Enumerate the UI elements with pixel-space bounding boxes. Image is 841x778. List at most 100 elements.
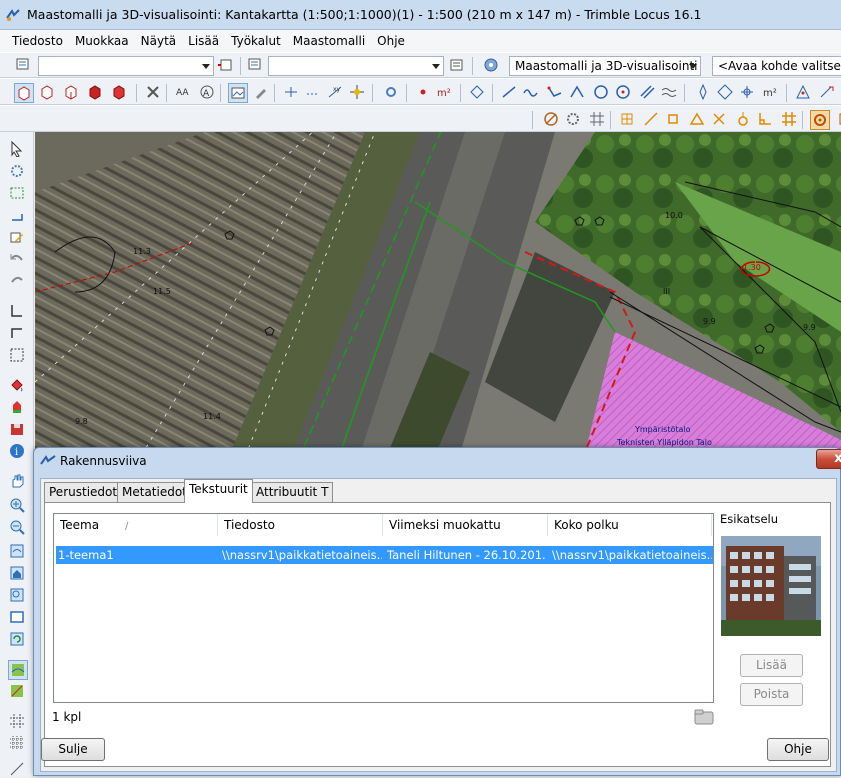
theme-selector-icon[interactable] bbox=[246, 56, 264, 74]
line-dashed-icon[interactable] bbox=[304, 83, 322, 101]
circle-point-icon[interactable] bbox=[614, 83, 632, 101]
refresh-view-icon[interactable] bbox=[8, 630, 26, 648]
home-view-icon[interactable] bbox=[8, 564, 26, 582]
menu-lisaa[interactable]: Lisää bbox=[182, 34, 225, 48]
corner-tool-icon[interactable] bbox=[8, 324, 26, 342]
menu-muokkaa[interactable]: Muokkaa bbox=[69, 34, 135, 48]
line-measure-icon[interactable]: xy bbox=[326, 83, 344, 101]
zoom-in-icon[interactable] bbox=[8, 496, 26, 514]
full-extent-icon[interactable] bbox=[8, 608, 26, 626]
close-dialog-button[interactable]: Sulje bbox=[41, 738, 105, 761]
line-perpendicular-icon[interactable] bbox=[282, 83, 300, 101]
column-header-tiedosto[interactable]: Tiedosto bbox=[218, 514, 383, 536]
measure-icon[interactable] bbox=[8, 760, 26, 778]
select-rectangle-icon[interactable] bbox=[8, 184, 26, 202]
column-header-koko-polku[interactable]: Koko polku bbox=[548, 514, 712, 536]
tab-attribuutit[interactable]: Attribuutit T bbox=[251, 482, 334, 502]
snap-perpendicular-icon[interactable] bbox=[756, 110, 774, 128]
zoom-window-icon[interactable] bbox=[8, 586, 26, 604]
menu-nayta[interactable]: Näytä bbox=[135, 34, 183, 48]
table-row[interactable]: 1-teema1 \\nassrv1\paikkatietoaineis... … bbox=[56, 546, 713, 564]
snap-point-icon[interactable] bbox=[348, 83, 366, 101]
line-icon[interactable] bbox=[500, 83, 518, 101]
pan-hand-icon[interactable] bbox=[8, 472, 26, 490]
settings-icon[interactable] bbox=[382, 83, 400, 101]
polyline-icon[interactable] bbox=[546, 83, 564, 101]
previous-view-icon[interactable] bbox=[8, 542, 26, 560]
3d-box-outline-icon[interactable] bbox=[38, 83, 56, 101]
layer-combo[interactable] bbox=[38, 56, 214, 76]
menu-maastomalli[interactable]: Maastomalli bbox=[287, 34, 371, 48]
texture-list[interactable]: Teema / Tiedosto Viimeksi muokattu Koko … bbox=[53, 513, 714, 703]
undo-icon[interactable] bbox=[8, 250, 26, 268]
folder-icon[interactable] bbox=[694, 709, 714, 725]
map-layer-edit-icon[interactable] bbox=[8, 682, 26, 700]
select-settings-icon[interactable] bbox=[8, 162, 26, 180]
snap-vertex-icon[interactable] bbox=[664, 110, 682, 128]
tab-metatiedot[interactable]: Metatiedot bbox=[117, 482, 192, 502]
text-rotate-icon[interactable]: A bbox=[198, 83, 216, 101]
area-measure-icon[interactable]: m² bbox=[762, 83, 780, 101]
workspace-combo[interactable]: Maastomalli ja 3D-visualisointi bbox=[509, 56, 701, 76]
diamond-icon[interactable] bbox=[468, 83, 486, 101]
3d-box-filled-icon[interactable] bbox=[86, 83, 104, 101]
3d-box-icon[interactable] bbox=[14, 83, 34, 103]
layer-selector-icon[interactable] bbox=[14, 56, 32, 74]
circle-icon[interactable] bbox=[592, 83, 610, 101]
delete-icon[interactable] bbox=[144, 83, 162, 101]
fill-object-icon[interactable] bbox=[8, 398, 26, 416]
wave-line-icon[interactable] bbox=[522, 83, 540, 101]
column-header-teema[interactable]: Teema / bbox=[54, 514, 218, 536]
edit-pencil-icon[interactable] bbox=[8, 228, 26, 246]
select-line-icon[interactable] bbox=[8, 206, 26, 224]
rotate-icon[interactable] bbox=[738, 83, 756, 101]
snap-intersection-icon[interactable] bbox=[710, 110, 728, 128]
add-texture-button[interactable]: Lisää bbox=[740, 654, 803, 677]
theme-combo[interactable] bbox=[268, 56, 444, 76]
redo-icon[interactable] bbox=[8, 272, 26, 290]
double-line-icon[interactable] bbox=[638, 83, 656, 101]
snap-square-grid-icon[interactable] bbox=[618, 110, 636, 128]
tab-tekstuurit[interactable]: Tekstuurit bbox=[184, 479, 253, 503]
paint-bucket-icon[interactable] bbox=[8, 376, 26, 394]
triangle-tool-icon[interactable] bbox=[794, 83, 812, 101]
move-vertex-icon[interactable] bbox=[694, 83, 712, 101]
pen-tool-icon[interactable] bbox=[252, 83, 270, 101]
object-prompt-field[interactable]: <Avaa kohde valitsemall bbox=[712, 56, 841, 76]
vertex-tool-icon[interactable] bbox=[818, 83, 836, 101]
select-arrow-icon[interactable] bbox=[8, 140, 26, 158]
point-red-icon[interactable] bbox=[414, 83, 432, 101]
3d-box-solid-icon[interactable] bbox=[110, 83, 128, 101]
tab-perustiedot[interactable]: Perustiedot bbox=[44, 482, 123, 502]
snap-triangle-icon[interactable] bbox=[688, 110, 706, 128]
snap-settings-icon[interactable] bbox=[564, 110, 582, 128]
apply-layer-icon[interactable] bbox=[216, 56, 234, 74]
3d-box-side-icon[interactable] bbox=[62, 83, 80, 101]
angle-tool-icon[interactable] bbox=[8, 302, 26, 320]
area-m2-icon[interactable]: m² bbox=[436, 83, 454, 101]
apply-theme-icon[interactable] bbox=[447, 56, 465, 74]
grid-dense-icon[interactable] bbox=[8, 734, 26, 752]
menu-ohje[interactable]: Ohje bbox=[371, 34, 411, 48]
info-icon[interactable]: i bbox=[8, 442, 26, 460]
snap-hash-icon[interactable] bbox=[780, 110, 798, 128]
hatch-line-icon[interactable] bbox=[660, 83, 678, 101]
snap-off-icon[interactable] bbox=[542, 110, 560, 128]
help-button[interactable]: Ohje bbox=[767, 738, 829, 761]
draw-surface-icon[interactable] bbox=[228, 83, 248, 103]
snap-grid-icon[interactable] bbox=[588, 110, 606, 128]
menu-tiedosto[interactable]: Tiedosto bbox=[6, 34, 69, 48]
workspace-icon[interactable] bbox=[482, 56, 500, 74]
save-object-icon[interactable] bbox=[8, 420, 26, 438]
snap-toggle-icon[interactable] bbox=[810, 110, 830, 130]
angle-icon[interactable] bbox=[568, 83, 586, 101]
text-size-icon[interactable]: AA bbox=[174, 83, 192, 101]
frame-select-icon[interactable] bbox=[8, 346, 26, 364]
dialog-close-button[interactable]: x bbox=[816, 449, 841, 469]
scale-icon[interactable] bbox=[716, 83, 734, 101]
column-header-viimeksi-muokattu[interactable]: Viimeksi muokattu bbox=[383, 514, 548, 536]
snap-line-icon[interactable] bbox=[642, 110, 660, 128]
menu-tyokalut[interactable]: Työkalut bbox=[225, 34, 287, 48]
snap-extra-icon[interactable] bbox=[834, 110, 841, 128]
map-layer-icon[interactable] bbox=[8, 660, 28, 680]
